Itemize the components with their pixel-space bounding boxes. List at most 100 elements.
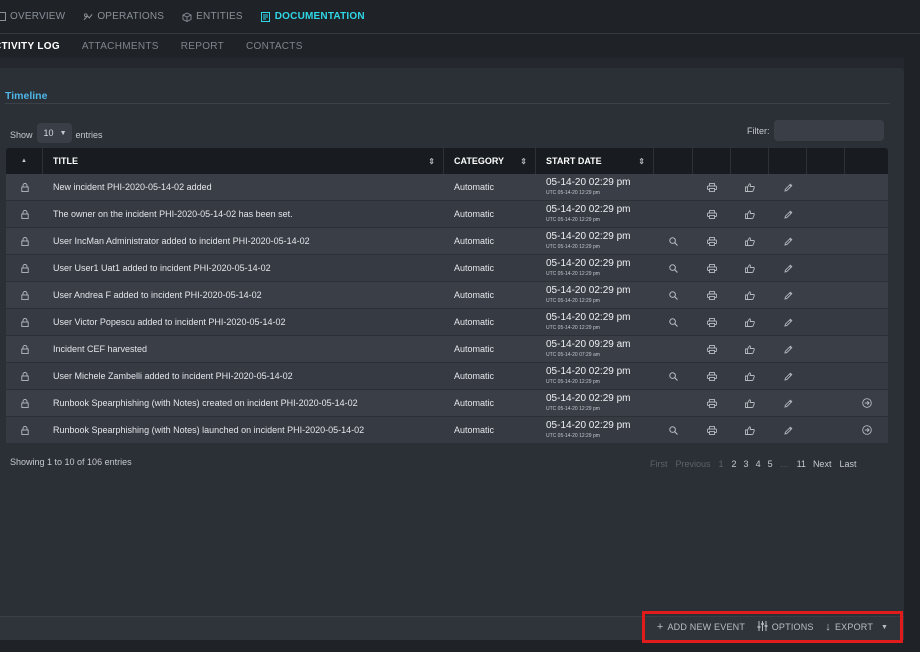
- subtab-contacts[interactable]: CONTACTS: [246, 41, 303, 52]
- print-icon[interactable]: [707, 425, 717, 435]
- thumbs-up-icon[interactable]: [745, 344, 755, 354]
- row-category: Automatic: [454, 209, 495, 219]
- timeline-table: ▲ TITLE ⇕ CATEGORY ⇕ START DATE ⇕ New incid…: [6, 148, 888, 444]
- print-icon[interactable]: [707, 398, 717, 408]
- print-icon[interactable]: [707, 371, 717, 381]
- export-button[interactable]: ↓ EXPORT ▼: [825, 621, 888, 633]
- row-date: 05-14-20 02:29 pm: [546, 231, 631, 242]
- header-action-4: [769, 148, 807, 174]
- thumbs-up-icon[interactable]: [745, 371, 755, 381]
- pencil-icon[interactable]: [783, 183, 793, 192]
- add-new-event-button[interactable]: + ADD NEW EVENT: [657, 621, 745, 633]
- search-icon[interactable]: [669, 290, 678, 300]
- entries-select[interactable]: 10 ▼: [36, 123, 72, 143]
- entries-control: Show 10 ▼ entries: [10, 123, 103, 143]
- pager-page[interactable]: 5: [768, 459, 773, 469]
- row-start-date: 05-14-20 02:29 pm UTC 05-14-20 12:29 pm: [536, 309, 654, 335]
- subtab-activity-log[interactable]: CTIVITY LOG: [0, 41, 60, 52]
- subtab-attachments[interactable]: ATTACHMENTS: [82, 41, 159, 52]
- table-row[interactable]: New incident PHI-2020-05-14-02 added Auto…: [6, 174, 888, 201]
- subtab-report[interactable]: REPORT: [181, 41, 224, 52]
- edit-cell: [769, 255, 807, 281]
- sort-icon: ⇕: [638, 156, 645, 166]
- row-date: 05-14-20 02:29 pm: [546, 393, 631, 404]
- header-start-date[interactable]: START DATE ⇕: [536, 148, 654, 174]
- pencil-icon[interactable]: [783, 264, 793, 273]
- pager-page[interactable]: 11: [797, 459, 806, 469]
- table-row[interactable]: User Andrea F added to incident PHI-2020…: [6, 282, 888, 309]
- pencil-icon[interactable]: [783, 372, 793, 381]
- search-icon[interactable]: [669, 263, 678, 273]
- print-icon[interactable]: [707, 290, 717, 300]
- edit-cell: [769, 309, 807, 335]
- like-cell: [731, 201, 769, 227]
- top-navigation: OVERVIEW OPERATIONS ENTITIES DOCUMENTATI…: [0, 0, 920, 34]
- table-row[interactable]: The owner on the incident PHI-2020-05-14…: [6, 201, 888, 228]
- tab-overview[interactable]: OVERVIEW: [0, 11, 65, 22]
- table-row[interactable]: User Victor Popescu added to incident PH…: [6, 309, 888, 336]
- options-button[interactable]: OPTIONS: [757, 620, 814, 634]
- thumbs-up-icon[interactable]: [745, 209, 755, 219]
- header-category[interactable]: CATEGORY ⇕: [444, 148, 536, 174]
- print-icon[interactable]: [707, 209, 717, 219]
- pencil-icon[interactable]: [783, 426, 793, 435]
- search-icon[interactable]: [669, 236, 678, 246]
- table-row[interactable]: User Michele Zambelli added to incident …: [6, 363, 888, 390]
- print-icon[interactable]: [707, 263, 717, 273]
- like-cell: [731, 363, 769, 389]
- pencil-icon[interactable]: [783, 345, 793, 354]
- search-cell: [654, 309, 693, 335]
- table-row[interactable]: Incident CEF harvested Automatic 05-14-20 …: [6, 336, 888, 363]
- print-icon[interactable]: [707, 182, 717, 192]
- print-icon[interactable]: [707, 317, 717, 327]
- tab-entities[interactable]: ENTITIES: [182, 11, 243, 22]
- row-title: The owner on the incident PHI-2020-05-14…: [53, 209, 293, 219]
- search-icon[interactable]: [669, 371, 678, 381]
- table-row[interactable]: Runbook Spearphishing (with Notes) launc…: [6, 417, 888, 444]
- row-title: User User1 Uat1 added to incident PHI-20…: [53, 263, 271, 273]
- table-row[interactable]: User User1 Uat1 added to incident PHI-20…: [6, 255, 888, 282]
- thumbs-up-icon[interactable]: [745, 263, 755, 273]
- pager-page[interactable]: 1: [719, 459, 724, 469]
- sort-icon: ⇕: [520, 156, 527, 166]
- sort-lock-column[interactable]: ▲: [6, 148, 43, 174]
- search-icon[interactable]: [669, 425, 678, 435]
- thumbs-up-icon[interactable]: [745, 425, 755, 435]
- print-icon[interactable]: [707, 236, 717, 246]
- thumbs-up-icon[interactable]: [745, 290, 755, 300]
- pager-page[interactable]: 3: [744, 459, 749, 469]
- tab-documentation[interactable]: DOCUMENTATION: [261, 11, 365, 22]
- pager-page[interactable]: 4: [756, 459, 761, 469]
- pager-next[interactable]: Next: [813, 459, 832, 469]
- pencil-icon[interactable]: [783, 318, 793, 327]
- arrow-circle-icon[interactable]: [861, 425, 872, 435]
- empty-cell: [807, 336, 845, 362]
- thumbs-up-icon[interactable]: [745, 182, 755, 192]
- pencil-icon[interactable]: [783, 291, 793, 300]
- runbook-cell: [845, 363, 888, 389]
- print-cell: [693, 255, 731, 281]
- arrow-circle-icon[interactable]: [861, 398, 872, 408]
- search-icon[interactable]: [669, 317, 678, 327]
- pencil-icon[interactable]: [783, 210, 793, 219]
- header-title[interactable]: TITLE ⇕: [43, 148, 444, 174]
- pager-previous[interactable]: Previous: [676, 459, 711, 469]
- table-row[interactable]: Runbook Spearphishing (with Notes) creat…: [6, 390, 888, 417]
- tab-operations[interactable]: OPERATIONS: [83, 11, 164, 22]
- pager-last[interactable]: Last: [839, 459, 856, 469]
- row-title: Incident CEF harvested: [53, 344, 148, 354]
- search-cell: [654, 336, 693, 362]
- pencil-icon[interactable]: [783, 399, 793, 408]
- thumbs-up-icon[interactable]: [745, 317, 755, 327]
- empty-cell: [807, 417, 845, 443]
- thumbs-up-icon[interactable]: [745, 398, 755, 408]
- pager-first[interactable]: First: [650, 459, 668, 469]
- search-cell: [654, 174, 693, 200]
- filter-input[interactable]: [774, 120, 884, 141]
- table-row[interactable]: User IncMan Administrator added to incid…: [6, 228, 888, 255]
- pencil-icon[interactable]: [783, 237, 793, 246]
- thumbs-up-icon[interactable]: [745, 236, 755, 246]
- pager-page[interactable]: 2: [732, 459, 737, 469]
- edit-cell: [769, 390, 807, 416]
- print-icon[interactable]: [707, 344, 717, 354]
